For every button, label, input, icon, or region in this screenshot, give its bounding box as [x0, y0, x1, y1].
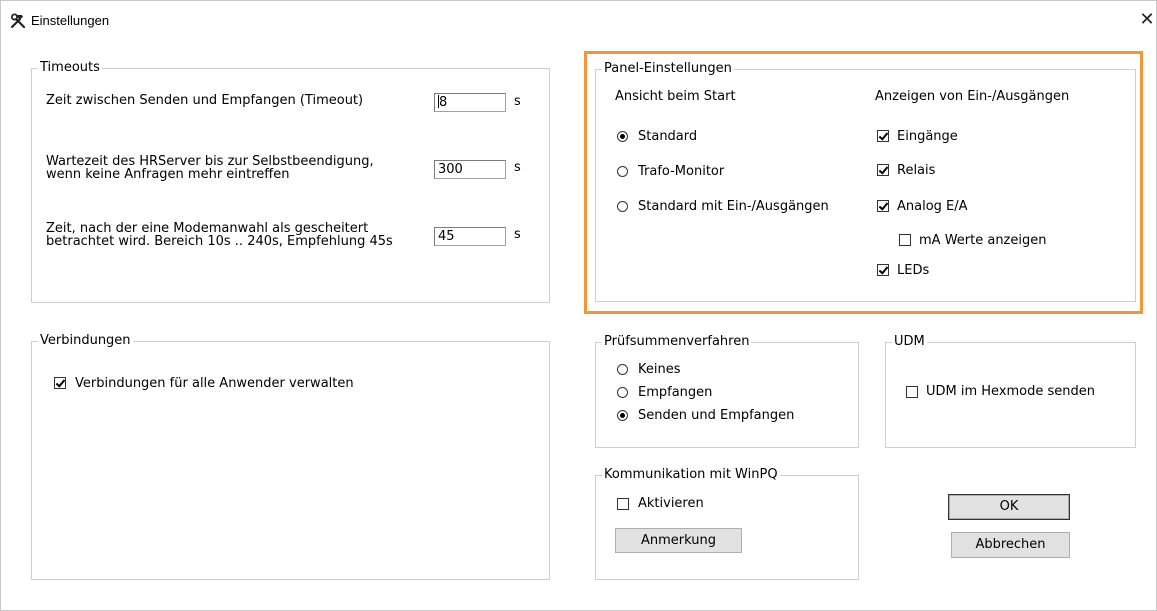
panel-settings-legend: Panel-Einstellungen: [602, 61, 734, 77]
checkbox-ma-values-label[interactable]: mA Werte anzeigen: [919, 233, 1046, 248]
radio-checksum-receive[interactable]: [617, 387, 628, 398]
checkbox-leds[interactable]: [877, 264, 889, 276]
note-button[interactable]: Anmerkung: [615, 528, 742, 553]
radio-checksum-send-receive[interactable]: [617, 410, 628, 421]
modem-dial-label: Zeit, nach der eine Modemanwahl als gesc…: [46, 221, 393, 249]
checksum-group: Prüfsummenverfahren: [595, 334, 859, 448]
timeout-input[interactable]: 8: [434, 93, 506, 112]
checkbox-relays[interactable]: [877, 164, 889, 176]
radio-checksum-send-receive-label[interactable]: Senden und Empfangen: [638, 408, 794, 423]
udm-legend: UDM: [892, 334, 927, 350]
modem-dial-input[interactable]: 45: [434, 227, 506, 246]
start-view-heading: Ansicht beim Start: [615, 89, 736, 104]
window-title: Einstellungen: [31, 13, 110, 28]
checkbox-manage-connections-label[interactable]: Verbindungen für alle Anwender verwalten: [75, 376, 354, 391]
checkbox-analog-label[interactable]: Analog E/A: [897, 199, 968, 214]
io-display-heading: Anzeigen von Ein-/Ausgängen: [875, 89, 1070, 104]
checkbox-leds-label[interactable]: LEDs: [897, 263, 929, 278]
checkbox-manage-connections[interactable]: [54, 377, 66, 389]
server-wait-unit: s: [514, 160, 521, 175]
radio-standard-io-label[interactable]: Standard mit Ein-/Ausgängen: [638, 199, 829, 214]
timeout-unit: s: [514, 94, 521, 109]
timeout-label: Zeit zwischen Senden und Empfangen (Time…: [46, 93, 364, 108]
checkbox-relays-label[interactable]: Relais: [897, 163, 935, 178]
checkbox-analog[interactable]: [877, 200, 889, 212]
radio-trafo-monitor-label[interactable]: Trafo-Monitor: [638, 164, 724, 179]
checkbox-winpq-activate[interactable]: [617, 498, 629, 510]
timeouts-legend: Timeouts: [38, 60, 102, 76]
checkbox-udm-hexmode-label[interactable]: UDM im Hexmode senden: [926, 384, 1095, 399]
hammer-wrench-icon: [9, 12, 27, 30]
cancel-button[interactable]: Abbrechen: [951, 532, 1070, 558]
checkbox-winpq-activate-label[interactable]: Aktivieren: [638, 496, 704, 511]
connections-legend: Verbindungen: [38, 333, 133, 349]
close-icon[interactable]: ✕: [1137, 7, 1157, 33]
checkbox-inputs-label[interactable]: Eingänge: [897, 129, 958, 144]
checkbox-inputs[interactable]: [877, 130, 889, 142]
radio-checksum-none[interactable]: [617, 364, 628, 375]
radio-checksum-none-label[interactable]: Keines: [638, 362, 681, 377]
checksum-legend: Prüfsummenverfahren: [602, 334, 752, 350]
server-wait-label: Wartezeit des HRServer bis zur Selbstbee…: [46, 154, 374, 182]
radio-standard-io[interactable]: [617, 201, 628, 212]
checkbox-ma-values[interactable]: [899, 234, 911, 246]
ok-button[interactable]: OK: [948, 494, 1070, 520]
radio-checksum-receive-label[interactable]: Empfangen: [638, 385, 712, 400]
modem-dial-unit: s: [514, 227, 521, 242]
radio-standard-label[interactable]: Standard: [638, 129, 697, 144]
checkbox-udm-hexmode[interactable]: [906, 386, 918, 398]
timeout-value: 8: [439, 95, 448, 110]
radio-trafo-monitor[interactable]: [617, 166, 628, 177]
title-bar: Einstellungen ✕: [0, 0, 1157, 40]
radio-standard[interactable]: [617, 131, 628, 142]
winpq-legend: Kommunikation mit WinPQ: [602, 467, 780, 483]
server-wait-input[interactable]: 300: [434, 160, 506, 179]
